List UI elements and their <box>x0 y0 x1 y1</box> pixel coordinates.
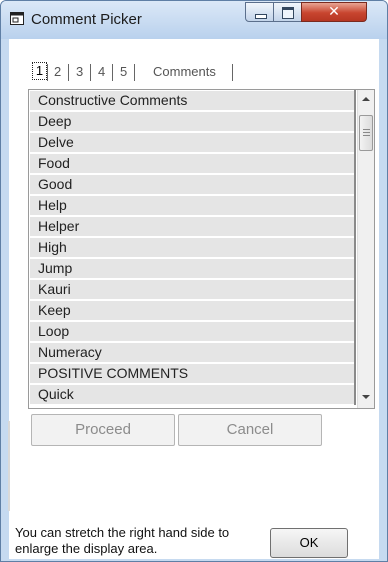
list-item[interactable]: POSITIVE COMMENTS <box>29 363 356 384</box>
list-item[interactable]: Help <box>29 195 356 216</box>
grip-line <box>363 129 370 130</box>
list-item[interactable]: High <box>29 237 356 258</box>
proceed-button[interactable]: Proceed <box>31 414 175 446</box>
maximize-button[interactable] <box>273 2 302 22</box>
tab-divider <box>68 64 69 81</box>
grip-line <box>363 132 370 133</box>
tab-3[interactable]: 3 <box>71 61 91 83</box>
comment-picker-window: Comment Picker ✕ 1 2 3 4 5 Comments Cons… <box>0 0 388 562</box>
resize-hint: You can stretch the right hand side to e… <box>15 525 230 556</box>
tab-divider <box>232 64 233 81</box>
window-icon <box>10 12 24 25</box>
cancel-button[interactable]: Cancel <box>178 414 322 446</box>
tab-1[interactable]: 1 <box>27 61 48 83</box>
ok-button[interactable]: OK <box>270 528 348 558</box>
list-item[interactable]: Constructive Comments <box>29 90 356 111</box>
list-item[interactable]: Quick <box>29 384 356 405</box>
list-item[interactable]: Deep <box>29 111 356 132</box>
tab-divider <box>112 64 113 81</box>
close-icon: ✕ <box>328 4 340 20</box>
title-bar[interactable]: Comment Picker ✕ <box>1 1 387 39</box>
list-item[interactable]: Keep <box>29 300 356 321</box>
tab-label: 1 <box>32 62 47 80</box>
tab-4[interactable]: 4 <box>93 61 113 83</box>
scroll-down-icon[interactable] <box>362 395 370 399</box>
tab-2[interactable]: 2 <box>49 61 69 83</box>
maximize-icon <box>282 7 294 19</box>
minimize-button[interactable] <box>245 2 274 22</box>
tab-label: 4 <box>98 64 106 79</box>
tab-label: Comments <box>153 64 216 79</box>
close-button[interactable]: ✕ <box>301 2 367 22</box>
tab-divider <box>47 64 48 81</box>
list-item[interactable]: Helper <box>29 216 356 237</box>
scroll-up-icon[interactable] <box>362 97 370 101</box>
tab-label: 3 <box>76 64 84 79</box>
list-item[interactable]: Food <box>29 153 356 174</box>
list-item[interactable]: Kauri <box>29 279 356 300</box>
vertical-scrollbar[interactable] <box>357 90 374 408</box>
list-item[interactable]: Jump <box>29 258 356 279</box>
tab-divider <box>90 64 91 81</box>
minimize-icon <box>255 14 267 19</box>
list-item[interactable]: Good <box>29 174 356 195</box>
comment-rows: Constructive Comments Deep Delve Food Go… <box>29 90 356 405</box>
grip-line <box>363 135 370 136</box>
list-item[interactable]: Numeracy <box>29 342 356 363</box>
list-item[interactable]: Delve <box>29 132 356 153</box>
tab-label: 2 <box>54 64 62 79</box>
tab-comments[interactable]: Comments <box>139 61 233 83</box>
tab-divider <box>134 64 135 81</box>
left-edge-shadow <box>8 421 10 511</box>
window-title: Comment Picker <box>31 11 142 28</box>
comment-list[interactable]: Constructive Comments Deep Delve Food Go… <box>28 89 375 409</box>
list-item[interactable]: Loop <box>29 321 356 342</box>
scroll-thumb[interactable] <box>359 115 373 151</box>
tab-5[interactable]: 5 <box>115 61 135 83</box>
tab-label: 5 <box>120 64 128 79</box>
